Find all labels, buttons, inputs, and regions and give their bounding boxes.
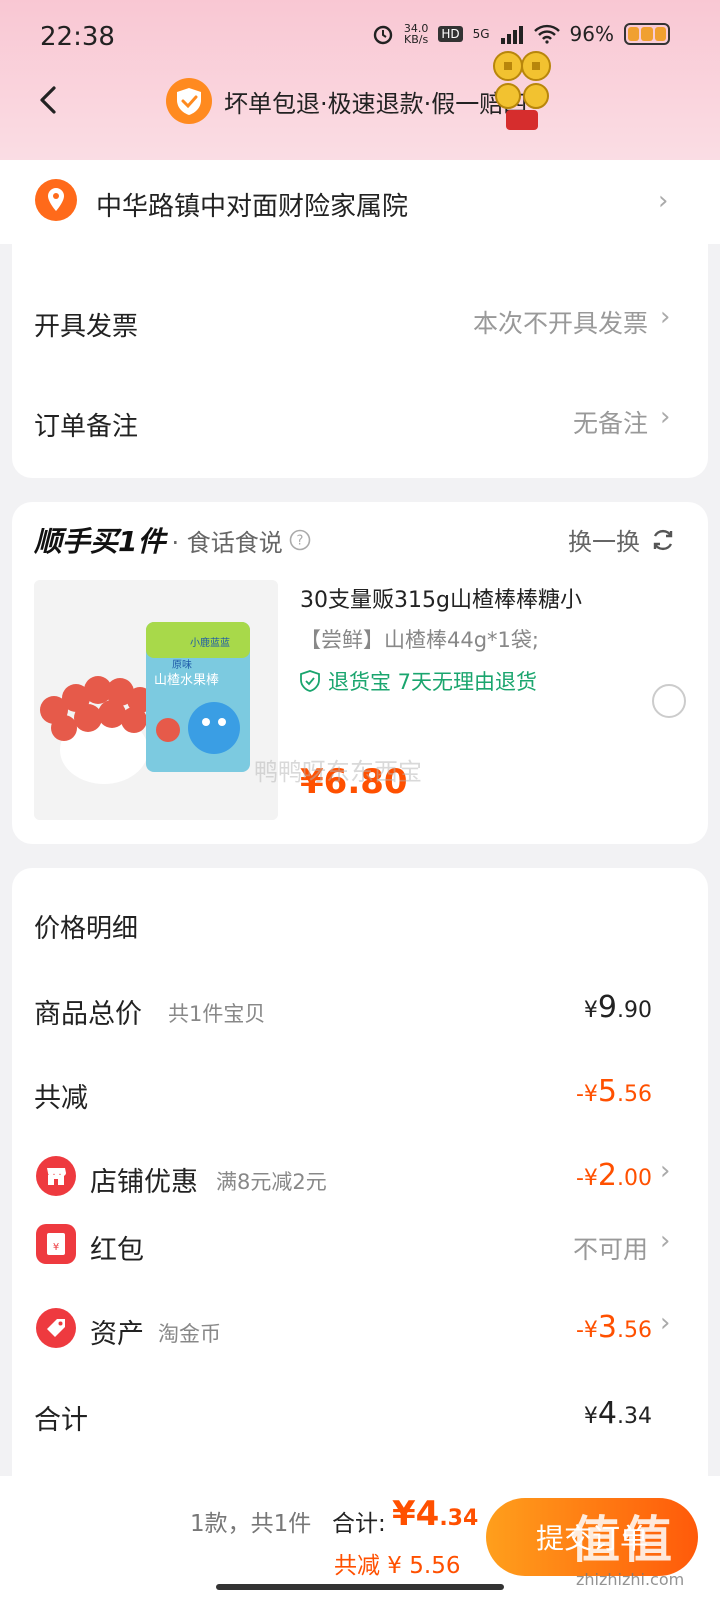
status-bar: 22:38 34.0 KB/s HD 5G 96% [0, 0, 720, 76]
home-indicator[interactable] [216, 1584, 504, 1590]
amount-int: 5 [597, 1074, 617, 1109]
amount-int: 4 [597, 1396, 617, 1431]
svg-text:?: ? [296, 534, 303, 549]
product-title[interactable]: 30支量贩315g山楂棒棒糖小 [300, 582, 582, 614]
amount-dec: .90 [617, 998, 652, 1023]
shield-check-icon [300, 670, 320, 692]
pack-brand-text: 小鹿蓝蓝 [190, 636, 230, 649]
saved-amount: 共减 ¥ 5.56 [334, 1553, 461, 1579]
status-time: 22:38 [40, 22, 115, 52]
item-count: 1款，共1件 [190, 1511, 312, 1537]
amount-dec: .56 [617, 1082, 652, 1107]
address-text: 中华路镇中对面财险家属院 [96, 192, 409, 222]
total-dec: .34 [439, 1506, 479, 1531]
yen-sign: ¥ [583, 998, 598, 1023]
shop-icon [36, 1156, 76, 1196]
refresh-label: 换一换 [568, 528, 640, 556]
yen-sign: ¥ [583, 1404, 598, 1429]
amount-prefix: -¥ [575, 1166, 598, 1191]
guarantee-text: 坏单包退·极速退款·假一赔四 [224, 89, 528, 118]
amount-int: 9 [597, 990, 617, 1025]
shop-discount-rule: 满8元减2元 [216, 1170, 327, 1194]
watermark-url: zhizhizhi.com [576, 1570, 685, 1589]
addon-title: 顺手买1件 · 食话食说 ? [34, 520, 311, 560]
shield-check-icon [166, 78, 212, 124]
refresh-icon [653, 529, 673, 550]
back-arrow-icon[interactable] [28, 80, 68, 120]
status-icons: 34.0 KB/s HD 5G 96% [372, 22, 670, 46]
lucky-coins-icon [493, 51, 551, 130]
total-label: 合计: [332, 1511, 386, 1537]
hd-badge: HD [438, 26, 463, 42]
reduce-label: 共减 [34, 1083, 88, 1114]
addon-select-radio[interactable] [652, 684, 686, 718]
invoice-label: 开具发票 [34, 312, 139, 342]
pack-name-text: 山楂水果棒 [154, 673, 219, 688]
chevron-right-icon: › [660, 1226, 671, 1256]
chevron-right-icon: › [660, 1156, 671, 1186]
location-pin-icon [35, 179, 77, 221]
signal-icon [500, 26, 523, 44]
asset-type: 淘金币 [158, 1322, 221, 1346]
question-icon[interactable]: ? [289, 529, 311, 551]
network-type: 5G [472, 27, 490, 41]
product-image[interactable]: 小鹿蓝蓝 原味 山楂水果棒 [34, 580, 278, 820]
invoice-value[interactable]: 本次不开具发票 [473, 304, 648, 340]
addon-shop-name[interactable]: · 食话食说 [171, 523, 282, 558]
battery-percent: 96% [569, 22, 614, 46]
chevron-right-icon: › [660, 1308, 671, 1338]
amount-int: 2 [597, 1158, 617, 1193]
amount-prefix: -¥ [575, 1082, 598, 1107]
product-photo: 小鹿蓝蓝 原味 山楂水果棒 [34, 580, 278, 820]
product-spec[interactable]: 【尝鲜】山楂棒44g*1袋; [300, 624, 539, 654]
amount-int: 3 [597, 1310, 617, 1345]
amount-prefix: -¥ [575, 1318, 598, 1343]
return-guarantee-tag: 退货宝 7天无理由退货 [300, 666, 537, 696]
addon-title-text: 顺手买1件 [34, 525, 166, 558]
price-detail-heading: 价格明细 [34, 914, 139, 944]
wifi-icon [533, 24, 560, 44]
watermark-text: 鸭鸭呀东东西宝 [254, 758, 422, 786]
alarm-icon [373, 25, 393, 45]
sum-amount: ¥4.34 [584, 1396, 652, 1431]
chevron-right-icon: › [660, 402, 671, 432]
pack-flavor-text: 原味 [172, 659, 192, 671]
red-packet-icon: ¥ [36, 1224, 76, 1264]
goods-total-label: 商品总价 [34, 999, 142, 1030]
return-guarantee-text: 退货宝 7天无理由退货 [328, 670, 538, 694]
note-label: 订单备注 [34, 412, 139, 442]
amount-dec: .34 [617, 1404, 652, 1429]
reduce-amount: -¥5.56 [576, 1074, 652, 1109]
refresh-button[interactable]: 换一换 [568, 522, 676, 557]
amount-dec: .00 [617, 1166, 652, 1191]
total-amount: ¥4.34 [392, 1494, 478, 1534]
net-speed-unit: KB/s [403, 33, 429, 46]
net-speed: 34.0 KB/s [404, 23, 429, 45]
sum-label: 合计 [34, 1405, 88, 1436]
red-packet-value[interactable]: 不可用 [573, 1230, 648, 1266]
chevron-right-icon: › [660, 302, 671, 332]
red-packet-label: 红包 [90, 1235, 144, 1266]
coin-tag-icon [36, 1308, 76, 1348]
goods-total-amount: ¥9.90 [584, 990, 652, 1025]
shop-discount-label: 店铺优惠 [90, 1167, 198, 1198]
battery-icon [624, 23, 670, 45]
note-value[interactable]: 无备注 [573, 404, 648, 440]
asset-amount[interactable]: -¥3.56 [576, 1310, 652, 1345]
svg-text:¥: ¥ [53, 1242, 59, 1253]
shop-discount-amount[interactable]: -¥2.00 [576, 1158, 652, 1193]
guarantee-banner: 坏单包退·极速退款·假一赔四 [166, 78, 527, 124]
amount-dec: .56 [617, 1318, 652, 1343]
chevron-right-icon: › [658, 186, 669, 216]
total-int: ¥4 [392, 1494, 440, 1534]
asset-label: 资产 [90, 1319, 144, 1350]
goods-count: 共1件宝贝 [168, 1002, 266, 1026]
